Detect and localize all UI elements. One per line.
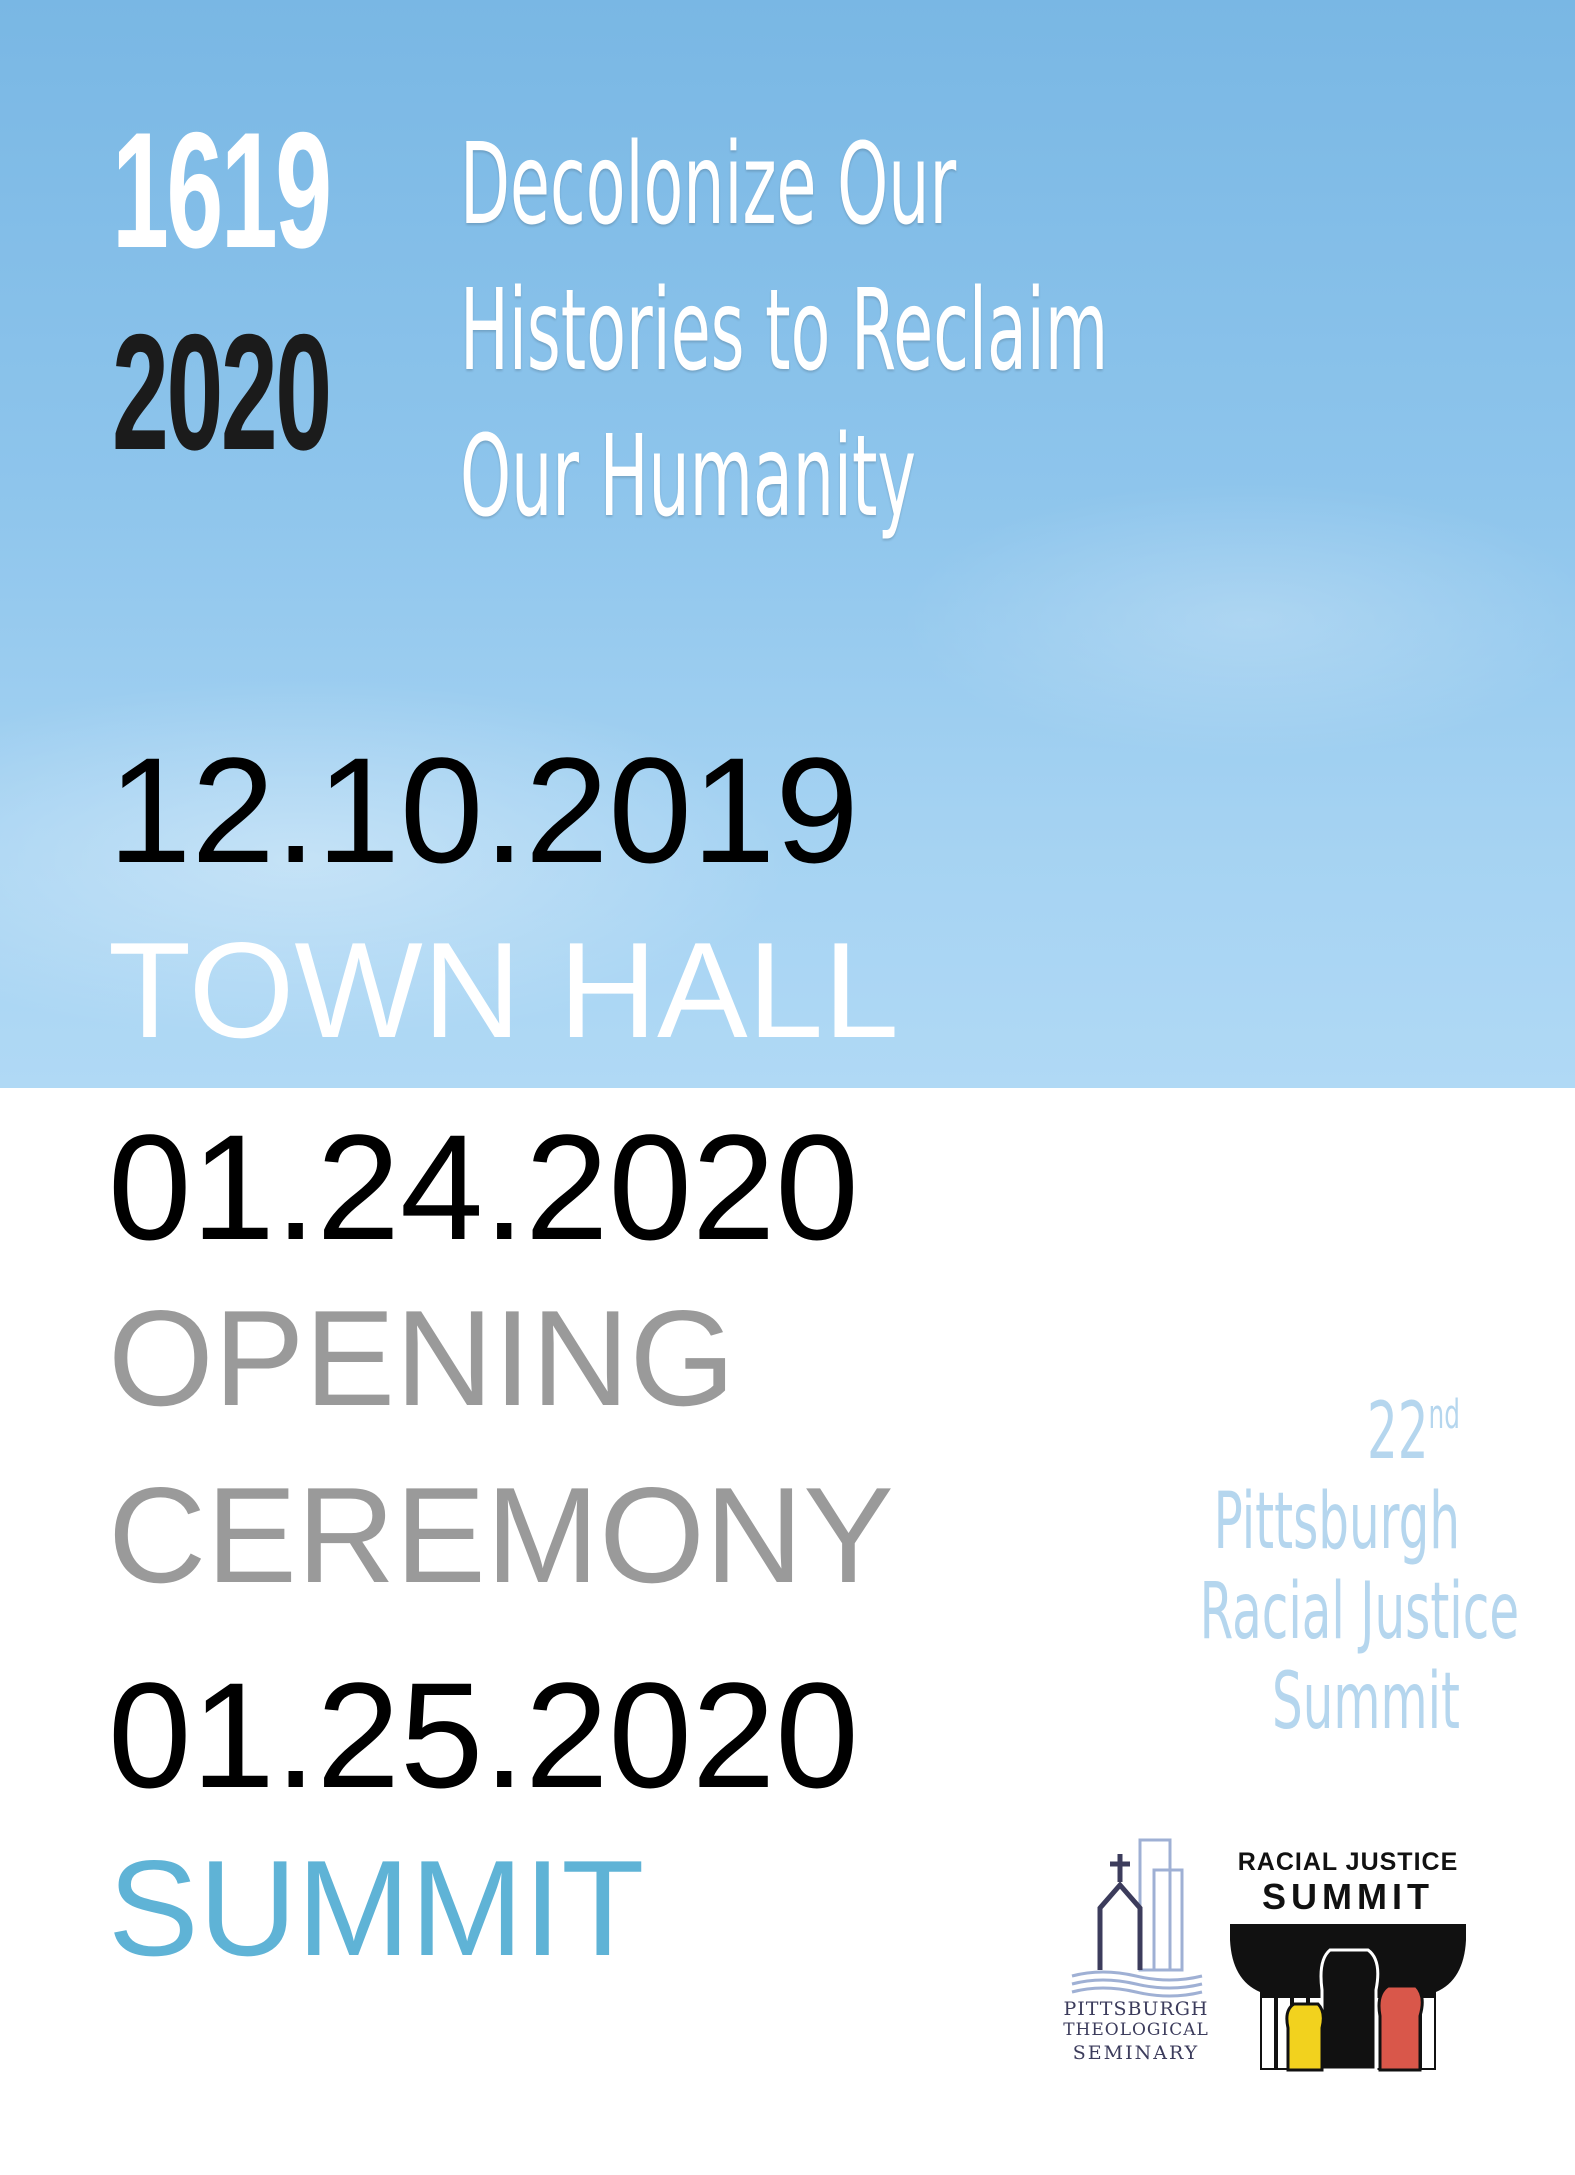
- ordinal-number: 22: [1366, 1387, 1429, 1477]
- logo-top-text: RACIAL JUSTICE: [1237, 1848, 1459, 1876]
- summit-ordinal: 22nd: [1200, 1370, 1460, 1477]
- opening-ceremony-label-line1: OPENING: [108, 1282, 736, 1434]
- summit-date: 01.25.2020: [108, 1651, 859, 1819]
- town-hall-date: 12.10.2019: [108, 726, 859, 894]
- racial-justice-summit-logo: RACIAL JUSTICE SUMMIT: [1226, 1848, 1470, 2072]
- opening-ceremony-label-line2: CEREMONY: [108, 1459, 894, 1611]
- tagline-line: Histories to Reclaim: [460, 266, 1109, 396]
- tagline-line: Our Humanity: [460, 412, 916, 542]
- logo-main-text: SUMMIT: [1262, 1876, 1434, 1917]
- ordinal-suffix: nd: [1428, 1392, 1460, 1438]
- year-1619: 1619: [112, 98, 332, 282]
- church-icon: [1071, 1838, 1203, 1998]
- seminary-name-line: PITTSBURGH: [1063, 1998, 1209, 2020]
- summit-label: SUMMIT: [108, 1832, 645, 1984]
- town-hall-label: TOWN HALL: [108, 914, 899, 1066]
- opening-ceremony-date: 01.24.2020: [108, 1103, 859, 1271]
- tagline-line: Decolonize Our: [460, 120, 957, 250]
- raised-fists-icon: [1230, 1924, 1466, 2072]
- seminary-name-line: THEOLOGICAL: [1063, 2020, 1209, 2040]
- summit-title-line: Pittsburgh: [1213, 1477, 1460, 1567]
- summit-title-line: Summit: [1272, 1657, 1460, 1747]
- summit-title: 22nd Pittsburgh Racial Justice Summit: [1040, 1370, 1520, 1747]
- year-2020: 2020: [112, 300, 332, 484]
- tagline: Decolonize Our Histories to Reclaim Our …: [460, 112, 1108, 550]
- seminary-logo: PITTSBURGH THEOLOGICAL SEMINARY: [1062, 1830, 1210, 2070]
- summit-title-line: Racial Justice: [1199, 1567, 1520, 1657]
- seminary-name-line: SEMINARY: [1072, 2042, 1200, 2064]
